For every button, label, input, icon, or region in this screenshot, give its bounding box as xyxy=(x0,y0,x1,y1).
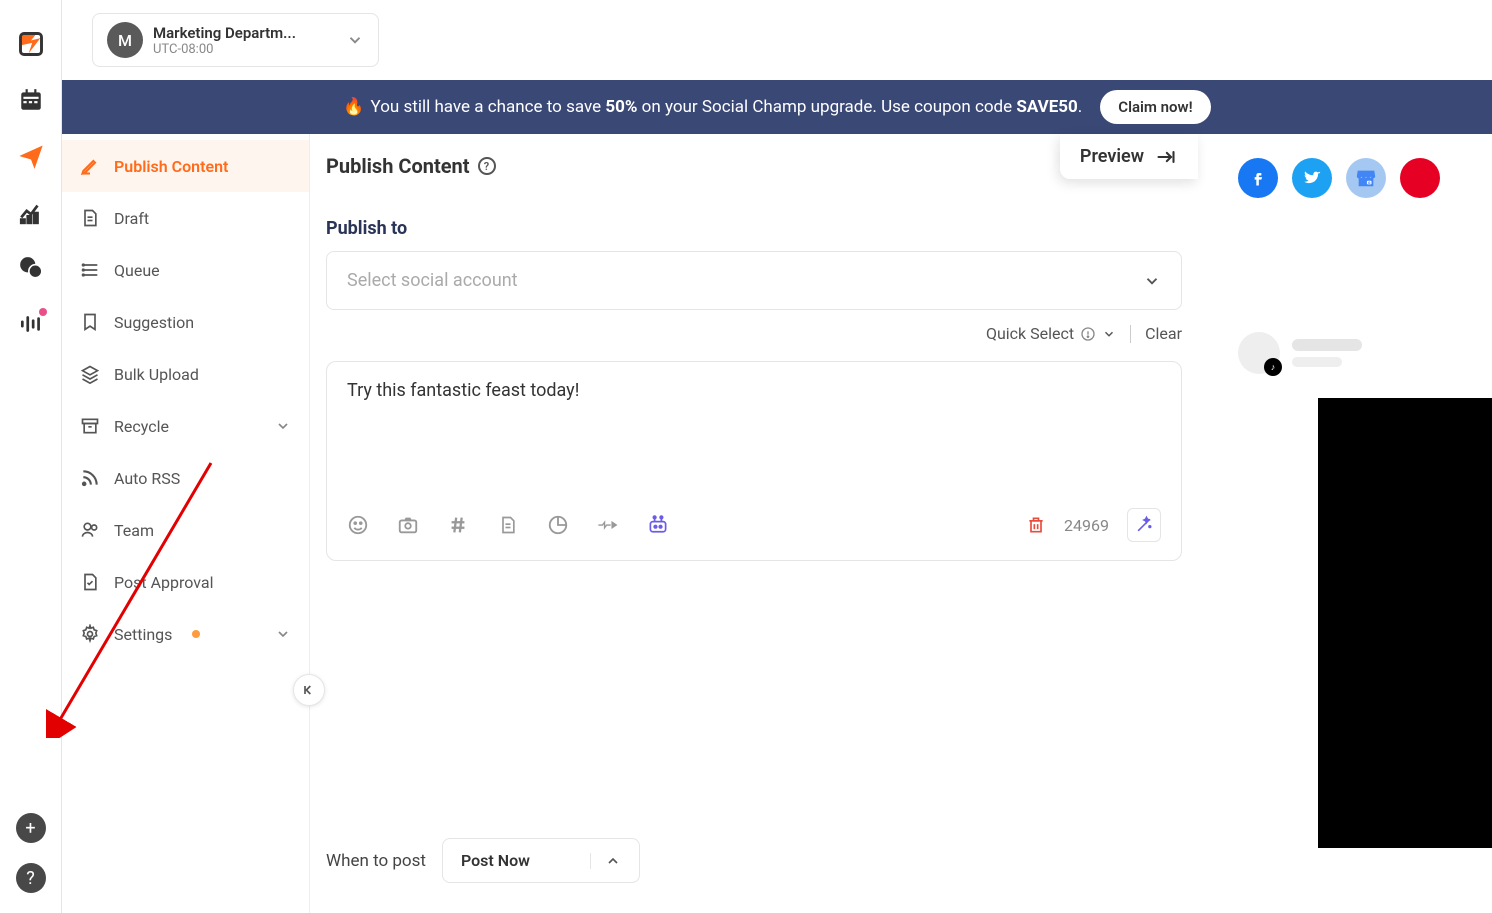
gear-icon xyxy=(80,624,100,644)
char-count: 24969 xyxy=(1064,516,1109,535)
rss-icon xyxy=(80,468,100,488)
ai-robot-icon[interactable] xyxy=(647,514,669,536)
sidebar-item-recycle[interactable]: Recycle xyxy=(62,400,309,452)
sidebar-item-publish-content[interactable]: Publish Content xyxy=(62,140,309,192)
notification-dot xyxy=(39,308,47,316)
sidebar-item-label: Suggestion xyxy=(114,313,194,332)
link-shorten-icon[interactable] xyxy=(597,514,619,536)
sidebar-item-suggestion[interactable]: Suggestion xyxy=(62,296,309,348)
sidebar-item-auto-rss[interactable]: Auto RSS xyxy=(62,452,309,504)
add-button[interactable]: + xyxy=(16,813,46,843)
queue-icon xyxy=(80,260,100,280)
hashtag-icon[interactable] xyxy=(447,514,469,536)
clear-button[interactable]: Clear xyxy=(1145,324,1182,343)
header: M Marketing Departm... UTC-08:00 xyxy=(62,0,1492,80)
preview-avatar: ♪ xyxy=(1238,332,1280,374)
post-now-select[interactable]: Post Now xyxy=(442,838,640,883)
workspace-name: Marketing Departm... xyxy=(153,24,296,42)
composer: Try this fantastic feast today! 24969 xyxy=(326,361,1182,561)
analytics-icon[interactable] xyxy=(17,198,45,226)
page-title: Publish Content ? xyxy=(326,154,496,178)
quick-select-button[interactable]: Quick Select xyxy=(986,324,1116,343)
team-icon xyxy=(80,520,100,540)
listening-icon[interactable] xyxy=(17,310,45,338)
document-icon xyxy=(80,208,100,228)
sidebar-item-team[interactable]: Team xyxy=(62,504,309,556)
help-icon[interactable]: ? xyxy=(478,157,496,175)
claim-button[interactable]: Claim now! xyxy=(1100,90,1210,124)
fire-icon: 🔥 xyxy=(343,97,364,117)
tiktok-badge-icon: ♪ xyxy=(1264,358,1282,376)
banner-text-middle: on your Social Champ upgrade. Use coupon… xyxy=(637,97,1016,117)
sidebar-item-bulk-upload[interactable]: Bulk Upload xyxy=(62,348,309,400)
when-to-post-label: When to post xyxy=(326,851,426,871)
banner-percent: 50% xyxy=(605,97,637,117)
banner-text-prefix: You still have a chance to save xyxy=(371,97,606,117)
sidebar-item-label: Bulk Upload xyxy=(114,365,199,384)
sidebar-item-label: Settings xyxy=(114,625,172,644)
publish-to-label: Publish to xyxy=(326,218,1182,239)
preview-username-placeholder xyxy=(1292,339,1362,351)
calendar-icon[interactable] xyxy=(17,86,45,114)
layers-icon xyxy=(80,364,100,384)
facebook-tab[interactable] xyxy=(1238,158,1278,198)
promo-banner: 🔥 You still have a chance to save 50% on… xyxy=(62,80,1492,134)
pinterest-tab[interactable] xyxy=(1400,158,1440,198)
preview-button[interactable]: Preview xyxy=(1060,134,1198,179)
magic-wand-button[interactable] xyxy=(1127,508,1161,542)
banner-text-suffix: . xyxy=(1078,97,1082,117)
account-placeholder: Select social account xyxy=(347,270,518,291)
sidebar-item-settings[interactable]: Settings xyxy=(62,608,309,660)
sidebar-item-queue[interactable]: Queue xyxy=(62,244,309,296)
icon-rail: + ? xyxy=(0,0,62,913)
twitter-tab[interactable] xyxy=(1292,158,1332,198)
preview-media xyxy=(1318,398,1492,848)
archive-icon xyxy=(80,416,100,436)
approval-icon xyxy=(80,572,100,592)
sidebar-item-label: Publish Content xyxy=(114,157,228,176)
chart-icon[interactable] xyxy=(547,514,569,536)
settings-dot xyxy=(192,630,200,638)
post-preview: ♪ xyxy=(1238,332,1492,848)
composer-textarea[interactable]: Try this fantastic feast today! xyxy=(347,380,1161,401)
chevron-down-icon xyxy=(275,418,291,434)
workspace-timezone: UTC-08:00 xyxy=(153,42,296,57)
sidebar-item-draft[interactable]: Draft xyxy=(62,192,309,244)
sidebar-item-label: Team xyxy=(114,521,154,540)
preview-panel: G ♪ xyxy=(1198,134,1492,913)
main-content: Publish Content ? Preview Publish to Sel… xyxy=(310,134,1198,913)
preview-meta-placeholder xyxy=(1292,357,1342,367)
camera-icon[interactable] xyxy=(397,514,419,536)
sidebar-item-label: Draft xyxy=(114,209,149,228)
emoji-icon[interactable] xyxy=(347,514,369,536)
sidebar: Publish Content Draft Queue Suggestion B… xyxy=(62,134,310,913)
chevron-down-icon xyxy=(275,626,291,642)
publish-icon[interactable] xyxy=(17,142,45,170)
bookmark-icon xyxy=(80,312,100,332)
pencil-icon xyxy=(80,156,100,176)
trash-icon[interactable] xyxy=(1026,514,1046,536)
sidebar-item-post-approval[interactable]: Post Approval xyxy=(62,556,309,608)
help-button[interactable]: ? xyxy=(16,863,46,893)
chat-icon[interactable] xyxy=(17,254,45,282)
workspace-selector[interactable]: M Marketing Departm... UTC-08:00 xyxy=(92,13,379,67)
sidebar-item-label: Queue xyxy=(114,261,160,280)
sidebar-item-label: Auto RSS xyxy=(114,469,180,488)
logo-icon[interactable] xyxy=(17,30,45,58)
chevron-up-icon xyxy=(590,853,621,869)
workspace-avatar: M xyxy=(107,22,143,58)
google-business-tab[interactable]: G xyxy=(1346,158,1386,198)
banner-code: SAVE50 xyxy=(1016,97,1077,117)
sidebar-item-label: Post Approval xyxy=(114,573,213,592)
account-select[interactable]: Select social account xyxy=(326,251,1182,310)
sidebar-item-label: Recycle xyxy=(114,417,169,436)
template-icon[interactable] xyxy=(497,514,519,536)
